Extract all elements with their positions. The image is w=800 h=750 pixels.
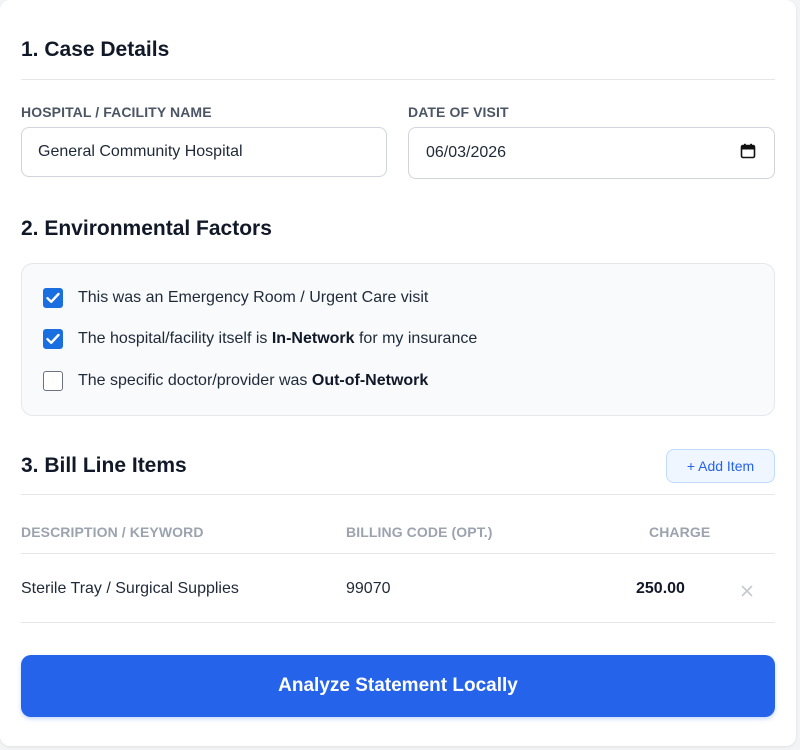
out-of-network-label: The specific doctor/provider was Out-of-… (78, 372, 429, 389)
environmental-factors-heading: 2. Environmental Factors (21, 217, 272, 240)
line-item-billing-code[interactable]: 99070 (346, 580, 391, 598)
analyze-statement-button[interactable]: Analyze Statement Locally (21, 655, 775, 717)
remove-item-button[interactable] (738, 582, 756, 600)
date-value: 06/03/2026 (426, 144, 507, 161)
line-item-description[interactable]: Sterile Tray / Surgical Supplies (21, 580, 239, 598)
hospital-name-label: HOSPITAL / FACILITY NAME (21, 104, 212, 120)
date-of-visit-label: DATE OF VISIT (408, 104, 509, 120)
line-item-charge[interactable]: 250.00 (636, 580, 685, 598)
er-visit-label: This was an Emergency Room / Urgent Care… (78, 289, 429, 306)
calendar-icon[interactable] (740, 143, 756, 164)
checkmark-icon (46, 333, 60, 344)
out-of-network-option[interactable]: The specific doctor/provider was Out-of-… (43, 371, 428, 391)
divider (21, 494, 775, 495)
close-icon (741, 585, 753, 597)
column-header-charge: CHARGE (649, 524, 711, 540)
in-network-label: The hospital/facility itself is In-Netwo… (78, 330, 478, 347)
divider (21, 553, 775, 554)
out-of-network-checkbox[interactable] (43, 371, 63, 391)
case-details-heading: 1. Case Details (21, 38, 170, 61)
bill-analyzer-card: 1. Case Details HOSPITAL / FACILITY NAME… (0, 0, 796, 746)
er-visit-option[interactable]: This was an Emergency Room / Urgent Care… (43, 288, 428, 308)
in-network-option[interactable]: The hospital/facility itself is In-Netwo… (43, 329, 477, 349)
add-item-button[interactable]: + Add Item (666, 449, 775, 483)
date-of-visit-input[interactable]: 06/03/2026 (408, 127, 775, 179)
er-visit-checkbox[interactable] (43, 288, 63, 308)
checkmark-icon (46, 292, 60, 303)
hospital-name-input[interactable] (21, 127, 387, 177)
column-header-description: DESCRIPTION / KEYWORD (21, 524, 204, 540)
bill-line-items-heading: 3. Bill Line Items (21, 454, 187, 477)
column-header-billing-code: BILLING CODE (OPT.) (346, 524, 493, 540)
factors-panel: This was an Emergency Room / Urgent Care… (21, 263, 775, 416)
divider (21, 79, 775, 80)
in-network-checkbox[interactable] (43, 329, 63, 349)
divider (21, 622, 775, 623)
